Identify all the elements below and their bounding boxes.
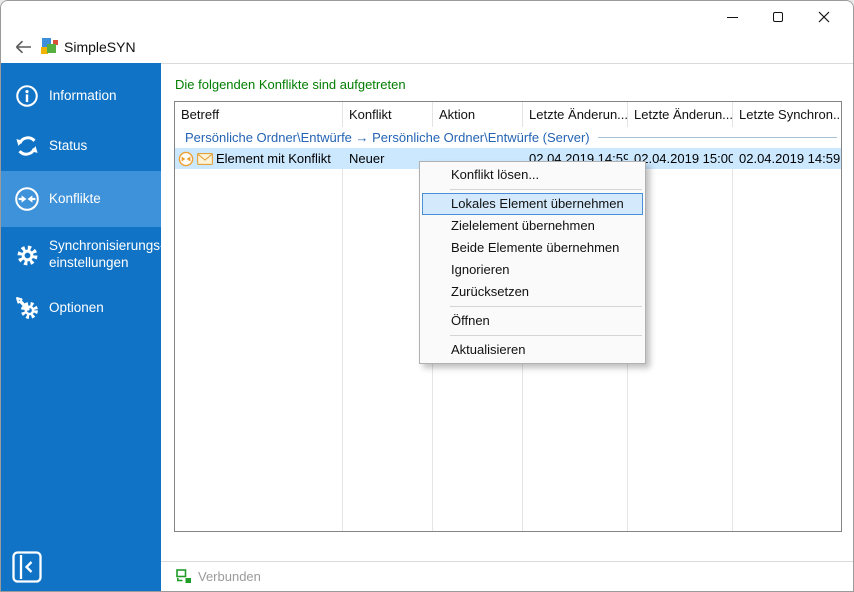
back-button[interactable] <box>14 38 34 56</box>
app-title: SimpleSYN <box>64 39 136 55</box>
menu-item-zielelement-uebernehmen[interactable]: Zielelement übernehmen <box>420 215 645 237</box>
window-controls <box>709 1 847 33</box>
collapse-sidebar-button[interactable] <box>10 549 44 585</box>
row-conflict-icon <box>178 151 194 166</box>
group-row-rule <box>597 137 837 138</box>
column-header-aktion[interactable]: Aktion <box>433 107 523 122</box>
sidebar-item-status[interactable]: Status <box>1 121 161 171</box>
menu-item-lokales-element-uebernehmen[interactable]: Lokales Element übernehmen <box>422 193 643 215</box>
maximize-icon <box>773 12 783 22</box>
network-connected-icon <box>176 569 191 583</box>
sidebar: Information Status Konflikte Synchronisi… <box>1 63 165 591</box>
options-gear-wrench-icon <box>13 294 41 322</box>
close-button[interactable] <box>801 1 847 33</box>
simplesyn-logo-icon <box>41 38 58 54</box>
menu-item-zuruecksetzen[interactable]: Zurücksetzen <box>420 281 645 303</box>
connection-status-label: Verbunden <box>198 569 261 584</box>
menu-item-konflikt-loesen[interactable]: Konflikt lösen... <box>420 164 645 186</box>
menu-item-oeffnen[interactable]: Öffnen <box>420 310 645 332</box>
column-header-letzte-synchronisation[interactable]: Letzte Synchron... <box>733 107 841 122</box>
conflict-icon <box>13 185 41 213</box>
column-header-letzte-aenderung-1[interactable]: Letzte Änderun... <box>523 107 628 122</box>
context-menu: Konflikt lösen... Lokales Element überne… <box>419 161 646 364</box>
sync-icon <box>13 132 41 160</box>
column-header-konflikt[interactable]: Konflikt <box>343 107 433 122</box>
info-icon <box>13 82 41 110</box>
sidebar-item-konflikte[interactable]: Konflikte <box>1 171 161 227</box>
sidebar-item-label: Status <box>49 137 88 153</box>
menu-separator <box>450 335 642 336</box>
column-header-letzte-aenderung-2[interactable]: Letzte Änderun... <box>628 107 733 122</box>
collapse-sidebar-icon <box>12 551 42 583</box>
sidebar-item-label: Optionen <box>49 299 104 315</box>
minimize-icon <box>726 16 738 18</box>
cell-letzte-synchronisation: 02.04.2019 14:59 <box>739 151 841 166</box>
back-arrow-icon <box>15 40 31 54</box>
menu-item-ignorieren[interactable]: Ignorieren <box>420 259 645 281</box>
conflicts-heading: Die folgenden Konflikte sind aufgetreten <box>175 77 406 92</box>
sidebar-item-optionen[interactable]: Optionen <box>1 283 161 333</box>
menu-item-aktualisieren[interactable]: Aktualisieren <box>420 339 645 361</box>
cell-betreff: Element mit Konflikt <box>175 151 343 167</box>
column-header-betreff[interactable]: Betreff <box>175 107 343 122</box>
gear-icon <box>13 241 41 269</box>
sidebar-item-label: Information <box>49 87 117 103</box>
menu-separator <box>450 189 642 190</box>
group-row-label: Persönliche Ordner\Entwürfe → Persönlich… <box>185 130 590 145</box>
close-icon <box>818 11 830 23</box>
app-header: SimpleSYN <box>1 31 853 63</box>
title-bar <box>1 1 853 33</box>
menu-item-beide-elemente-uebernehmen[interactable]: Beide Elemente übernehmen <box>420 237 645 259</box>
maximize-button[interactable] <box>755 1 801 33</box>
menu-separator <box>450 306 642 307</box>
sidebar-item-information[interactable]: Information <box>1 71 161 121</box>
mail-icon <box>197 152 213 165</box>
sidebar-item-synchronisierungseinstellungen[interactable]: Synchronisierungs-einstellungen <box>1 227 165 283</box>
app-window: SimpleSYN Information Status Konflikte S… <box>0 0 854 592</box>
status-bar: Verbunden <box>161 562 853 591</box>
sidebar-item-label: Konflikte <box>49 190 101 206</box>
sidebar-item-label: Synchronisierungs-einstellungen <box>49 238 165 270</box>
group-row: Persönliche Ordner\Entwürfe → Persönlich… <box>175 127 841 148</box>
minimize-button[interactable] <box>709 1 755 33</box>
table-header-row: Betreff Konflikt Aktion Letzte Änderun..… <box>175 102 841 127</box>
